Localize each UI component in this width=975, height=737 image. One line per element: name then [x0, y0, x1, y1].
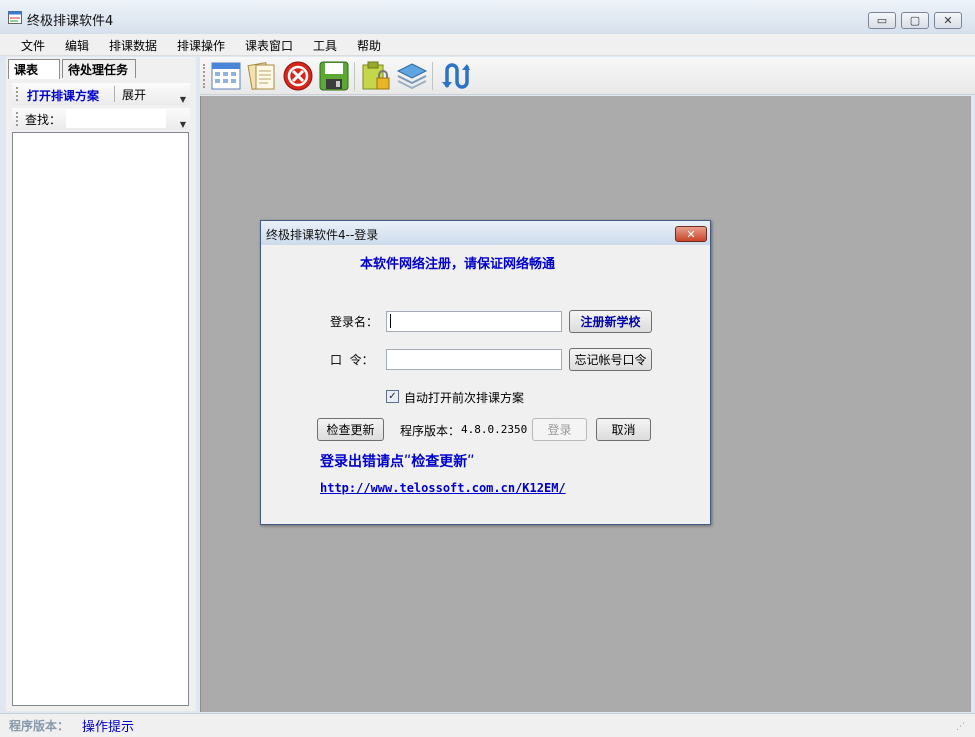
- title-bar: [0, 0, 975, 34]
- window-title: 终极排课软件4: [27, 14, 114, 29]
- toolbar-grip[interactable]: [203, 64, 205, 88]
- menu-tools[interactable]: 工具: [313, 37, 337, 54]
- dialog-close-button[interactable]: ✕: [675, 226, 707, 242]
- login-button[interactable]: 登录: [532, 418, 587, 441]
- resize-grip-icon[interactable]: ⋰: [956, 722, 968, 734]
- status-bar: [0, 713, 975, 737]
- save-icon[interactable]: [318, 60, 350, 92]
- dialog-body: [265, 247, 706, 520]
- maximize-button[interactable]: ▢: [901, 12, 929, 29]
- status-version-label: 程序版本：: [9, 719, 70, 733]
- toolbar-grip[interactable]: [16, 112, 18, 126]
- minimize-button[interactable]: ▭: [868, 12, 896, 29]
- network-notice: 本软件网络注册，请保证网络畅通: [360, 257, 556, 272]
- password-input[interactable]: [386, 349, 562, 370]
- lock-clipboard-icon[interactable]: [360, 60, 392, 92]
- layers-icon[interactable]: [396, 60, 428, 92]
- version-value: 4.8.0.2350: [461, 423, 528, 436]
- toolbar-grip[interactable]: [16, 87, 18, 101]
- documents-icon[interactable]: [246, 60, 278, 92]
- check-update-button[interactable]: 检查更新: [317, 418, 384, 441]
- login-name-input[interactable]: [386, 311, 562, 332]
- toolbar-separator: [354, 62, 355, 90]
- password-label: 口 令：: [330, 353, 374, 367]
- swap-icon[interactable]: [438, 60, 470, 92]
- toolbar-overflow-icon[interactable]: ▼: [178, 119, 188, 131]
- app-icon: [8, 11, 22, 24]
- auto-open-checkbox[interactable]: ✓: [386, 390, 399, 403]
- login-name-label: 登录名：: [330, 315, 379, 329]
- tab-timetable[interactable]: 课表: [8, 59, 60, 79]
- menu-help[interactable]: 帮助: [357, 37, 381, 54]
- menu-file[interactable]: 文件: [21, 37, 45, 54]
- website-link[interactable]: http://www.telossoft.com.cn/K12EM/: [320, 481, 566, 495]
- forgot-account-button[interactable]: 忘记帐号口令: [569, 348, 652, 371]
- login-error-hint: 登录出错请点ʺ检查更新ʺ: [320, 454, 475, 470]
- register-school-button[interactable]: 注册新学校: [569, 310, 652, 333]
- find-input[interactable]: [66, 110, 166, 128]
- auto-open-label[interactable]: 自动打开前次排课方案: [404, 389, 524, 406]
- status-hint: 操作提示: [82, 720, 135, 735]
- toolbar-separator: [114, 86, 115, 102]
- text-caret: [390, 314, 391, 328]
- version-label: 程序版本：: [400, 424, 461, 438]
- find-label: 查找：: [25, 113, 62, 127]
- toolbar-separator: [432, 62, 433, 90]
- toolbar-overflow-icon[interactable]: ▼: [178, 94, 188, 106]
- menu-schedule-data[interactable]: 排课数据: [109, 37, 157, 54]
- tab-pending-tasks[interactable]: 待处理任务: [62, 59, 136, 78]
- dialog-title: 终极排课软件4--登录: [266, 228, 379, 242]
- menu-schedule-ops[interactable]: 排课操作: [177, 37, 225, 54]
- close-window-button[interactable]: ✕: [934, 12, 962, 29]
- menu-timetable-window[interactable]: 课表窗口: [245, 37, 293, 54]
- cancel-button[interactable]: 取消: [596, 418, 651, 441]
- schedule-grid-icon[interactable]: [210, 60, 242, 92]
- expand-button[interactable]: 展开: [122, 86, 146, 103]
- open-plan-button[interactable]: 打开排课方案: [27, 87, 99, 104]
- main-toolbar: [200, 57, 975, 95]
- stop-icon[interactable]: [282, 60, 314, 92]
- timetable-tree[interactable]: [12, 132, 189, 706]
- menu-edit[interactable]: 编辑: [65, 37, 89, 54]
